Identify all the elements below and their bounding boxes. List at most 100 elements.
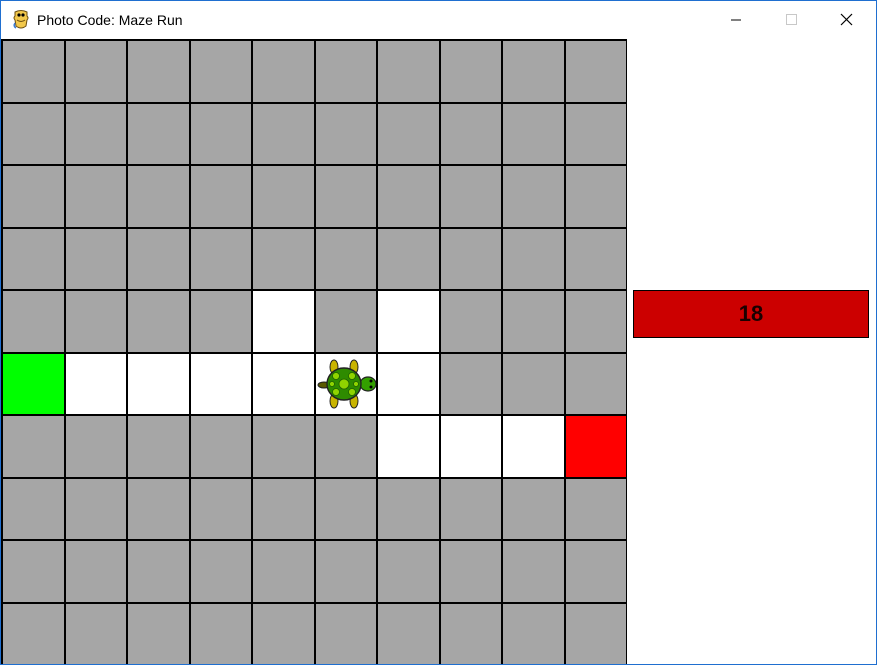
- maze-wall-cell: [565, 353, 626, 414]
- maze-wall-cell: [378, 166, 439, 227]
- move-counter: 18: [633, 290, 869, 338]
- maze-wall-cell: [503, 353, 564, 414]
- maze-wall-cell: [128, 416, 189, 477]
- maze-wall-cell: [440, 228, 501, 289]
- maze-wall-cell: [65, 291, 126, 352]
- maze-wall-cell: [503, 41, 564, 102]
- maze-wall-cell: [565, 166, 626, 227]
- maze-path-cell: [128, 353, 189, 414]
- maze-wall-cell: [128, 603, 189, 664]
- maze-wall-cell: [190, 291, 251, 352]
- maze-wall-cell: [378, 478, 439, 539]
- minimize-icon: [731, 19, 741, 21]
- maze-wall-cell: [315, 541, 376, 602]
- maze-wall-cell: [3, 416, 64, 477]
- maze-wall-cell: [378, 603, 439, 664]
- maze-wall-cell: [440, 603, 501, 664]
- maze-wall-cell: [3, 291, 64, 352]
- maze-wall-cell: [440, 541, 501, 602]
- maze-path-cell: [503, 416, 564, 477]
- maze-wall-cell: [315, 103, 376, 164]
- maze-wall-cell: [503, 166, 564, 227]
- maze-wall-cell: [565, 603, 626, 664]
- maze-wall-cell: [253, 228, 314, 289]
- maze-wall-cell: [65, 41, 126, 102]
- maximize-icon: [786, 14, 797, 25]
- maze-wall-cell: [565, 103, 626, 164]
- maze-start-cell: [3, 353, 64, 414]
- maze-path-cell: [65, 353, 126, 414]
- maze-wall-cell: [128, 228, 189, 289]
- minimize-button[interactable]: [713, 1, 759, 39]
- maze-wall-cell: [3, 603, 64, 664]
- maze-wall-cell: [565, 541, 626, 602]
- maze-wall-cell: [128, 541, 189, 602]
- maze-wall-cell: [440, 478, 501, 539]
- maze-wall-cell: [65, 603, 126, 664]
- maze-wall-cell: [253, 603, 314, 664]
- maze-wall-cell: [190, 41, 251, 102]
- maze-wall-cell: [378, 41, 439, 102]
- move-counter-value: 18: [738, 301, 764, 326]
- maze-wall-cell: [253, 103, 314, 164]
- maze-wall-cell: [440, 166, 501, 227]
- maze-wall-cell: [65, 416, 126, 477]
- maze-wall-cell: [190, 103, 251, 164]
- maze-wall-cell: [190, 478, 251, 539]
- maze-wall-cell: [253, 478, 314, 539]
- maze-wall-cell: [3, 478, 64, 539]
- maze-path-cell: [378, 291, 439, 352]
- maze-wall-cell: [3, 228, 64, 289]
- maze-wall-cell: [503, 103, 564, 164]
- maze-wall-cell: [190, 603, 251, 664]
- maze-wall-cell: [503, 541, 564, 602]
- maze-wall-cell: [128, 291, 189, 352]
- maze-wall-cell: [253, 41, 314, 102]
- maze-wall-cell: [253, 541, 314, 602]
- maze-wall-cell: [440, 103, 501, 164]
- title-bar[interactable]: Photo Code: Maze Run: [1, 1, 876, 39]
- maze-board: [1, 39, 627, 664]
- maze-wall-cell: [3, 41, 64, 102]
- maze-wall-cell: [3, 541, 64, 602]
- maze-wall-cell: [565, 291, 626, 352]
- maze-wall-cell: [65, 103, 126, 164]
- maze-wall-cell: [565, 228, 626, 289]
- maze-wall-cell: [315, 416, 376, 477]
- maze-wall-cell: [315, 228, 376, 289]
- maze-wall-cell: [565, 41, 626, 102]
- maze-wall-cell: [503, 228, 564, 289]
- close-button[interactable]: [823, 1, 869, 39]
- maximize-button[interactable]: [768, 1, 814, 39]
- maze-wall-cell: [315, 478, 376, 539]
- maze-wall-cell: [128, 41, 189, 102]
- maze-wall-cell: [440, 291, 501, 352]
- maze-wall-cell: [190, 541, 251, 602]
- maze-wall-cell: [503, 478, 564, 539]
- maze-wall-cell: [440, 353, 501, 414]
- maze-wall-cell: [65, 541, 126, 602]
- maze-path-cell: [378, 416, 439, 477]
- maze-wall-cell: [128, 103, 189, 164]
- maze-wall-cell: [378, 228, 439, 289]
- maze-wall-cell: [190, 166, 251, 227]
- maze-wall-cell: [128, 478, 189, 539]
- maze-wall-cell: [128, 166, 189, 227]
- maze-wall-cell: [65, 166, 126, 227]
- maze-wall-cell: [3, 103, 64, 164]
- maze-wall-cell: [315, 41, 376, 102]
- maze-wall-cell: [253, 416, 314, 477]
- maze-path-cell: [190, 353, 251, 414]
- maze-wall-cell: [503, 291, 564, 352]
- app-window: Photo Code: Maze Run 18: [0, 0, 877, 665]
- maze-wall-cell: [65, 478, 126, 539]
- maze-wall-cell: [3, 166, 64, 227]
- close-icon: [840, 13, 853, 26]
- maze-wall-cell: [253, 166, 314, 227]
- maze-wall-cell: [440, 41, 501, 102]
- maze-wall-cell: [378, 103, 439, 164]
- python-snake-icon: [13, 10, 29, 29]
- maze-path-cell: [253, 353, 314, 414]
- maze-path-cell: [378, 353, 439, 414]
- maze-path-cell: [440, 416, 501, 477]
